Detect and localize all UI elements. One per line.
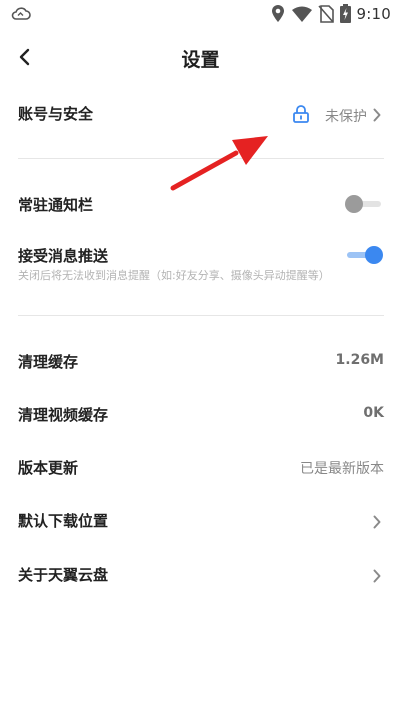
annotation-arrow-icon	[170, 136, 268, 191]
